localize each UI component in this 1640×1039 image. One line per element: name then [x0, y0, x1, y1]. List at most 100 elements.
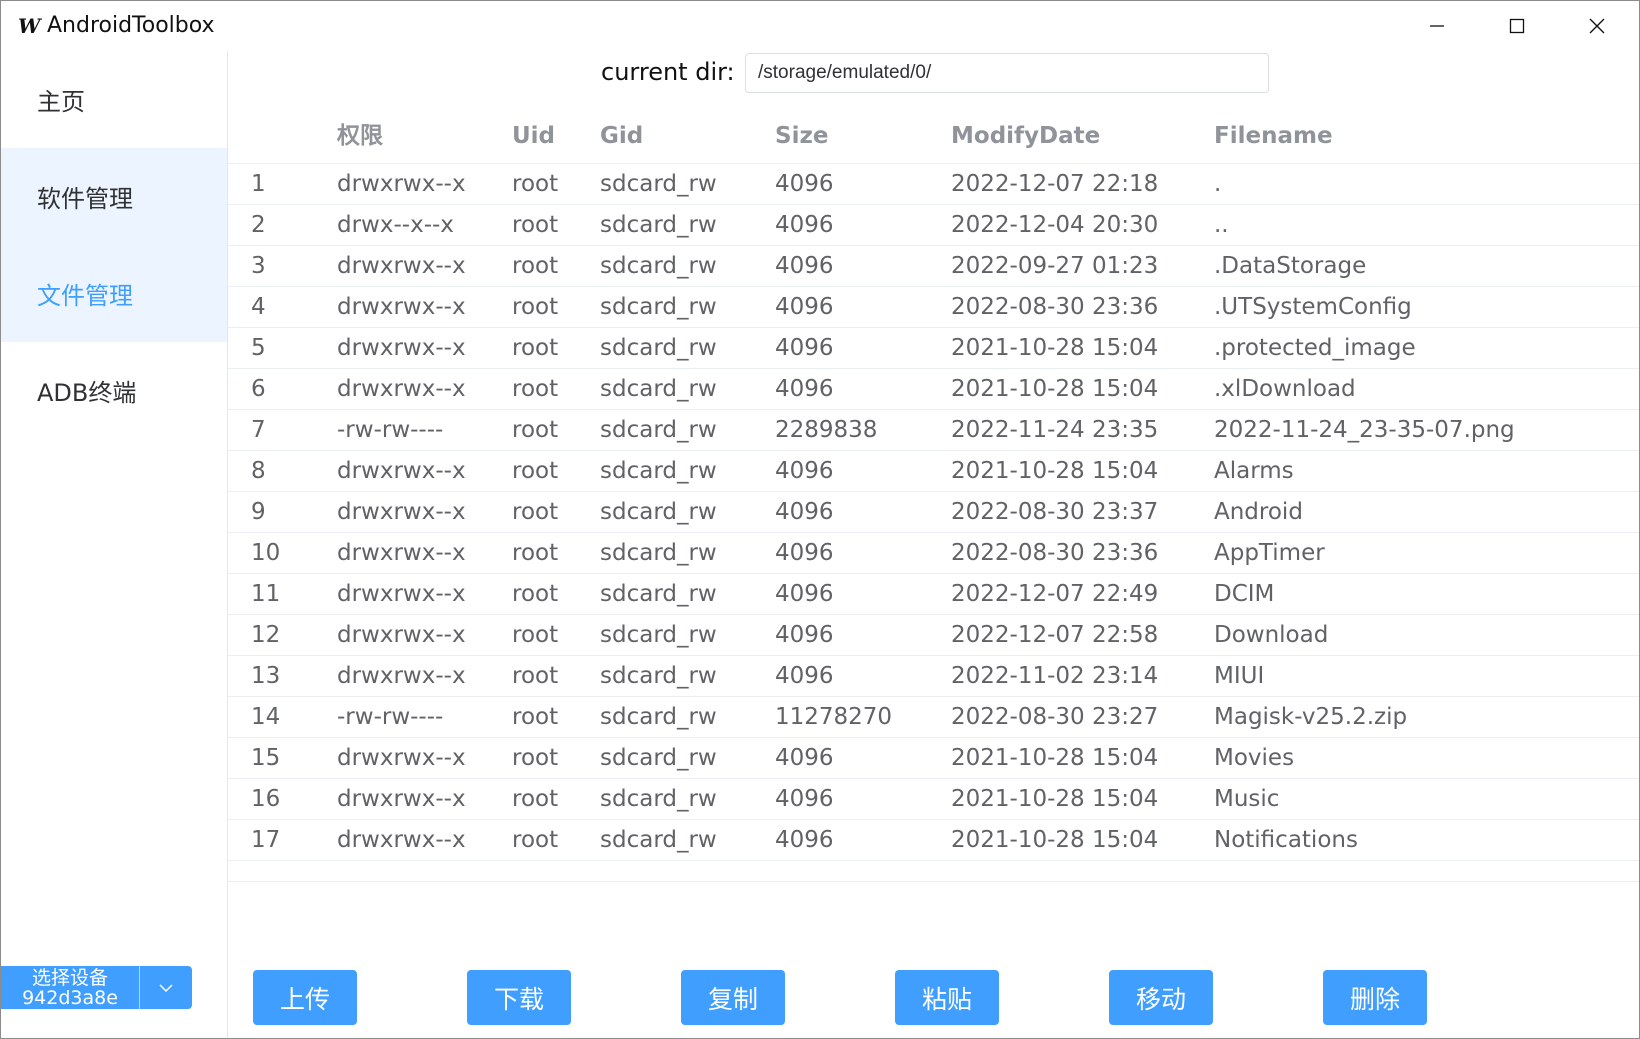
table-row[interactable]: 10 drwxrwx--x root sdcard_rw 4096 2022-08-30 … [228, 533, 1639, 574]
cell-modify-date: 2022-08-30 23:36 [951, 540, 1159, 566]
table-row[interactable]: 5 drwxrwx--x root sdcard_rw 4096 2021-10-28 1… [228, 328, 1639, 369]
device-select-title: 选择设备 [31, 966, 108, 989]
title-bar[interactable]: W AndroidToolbox [1, 1, 1639, 51]
cell-index: 12 [251, 622, 281, 648]
cell-modify-date: 2022-09-27 01:23 [951, 253, 1159, 279]
paste-button[interactable]: 粘贴 [895, 970, 999, 1025]
cell-gid: sdcard_rw [600, 745, 717, 771]
cell-uid: root [512, 581, 559, 607]
column-header-uid[interactable]: Uid [512, 109, 555, 163]
cell-size: 4096 [775, 622, 834, 648]
move-button[interactable]: 移动 [1109, 970, 1213, 1025]
cell-index: 4 [251, 294, 266, 320]
cell-gid: sdcard_rw [600, 417, 717, 443]
cell-index: 16 [251, 786, 281, 812]
cell-size: 4096 [775, 786, 834, 812]
cell-gid: sdcard_rw [600, 499, 717, 525]
sidebar-item-file-manager[interactable]: 文件管理 [1, 245, 227, 342]
table-row[interactable]: 2 drwx--x--x root sdcard_rw 4096 2022-12-04 2… [228, 205, 1639, 246]
app-window: W AndroidToolbox 主页 软件管理 文件管理 ADB终端 选择设备… [0, 0, 1640, 1039]
cell-filename: Download [1214, 622, 1329, 648]
cell-index: 6 [251, 376, 266, 402]
cell-filename: Alarms [1214, 458, 1294, 484]
cell-modify-date: 2022-11-02 23:14 [951, 663, 1159, 689]
minimize-button[interactable] [1397, 1, 1477, 51]
cell-index: 5 [251, 335, 266, 361]
cell-modify-date: 2021-10-28 15:04 [951, 827, 1159, 853]
table-row[interactable]: 9 drwxrwx--x root sdcard_rw 4096 2022-08-30 2… [228, 492, 1639, 533]
cell-gid: sdcard_rw [600, 335, 717, 361]
column-header-modify-date[interactable]: ModifyDate [951, 109, 1100, 163]
cell-modify-date: 2022-11-24 23:35 [951, 417, 1159, 443]
cell-gid: sdcard_rw [600, 827, 717, 853]
cell-size: 11278270 [775, 704, 893, 730]
cell-filename: . [1214, 171, 1222, 197]
cell-uid: root [512, 212, 559, 238]
cell-uid: root [512, 786, 559, 812]
sidebar-item-app-manager[interactable]: 软件管理 [1, 148, 227, 245]
cell-uid: root [512, 171, 559, 197]
upload-button[interactable]: 上传 [253, 970, 357, 1025]
table-row[interactable]: 11 drwxrwx--x root sdcard_rw 4096 2022-12-07 … [228, 574, 1639, 615]
cell-gid: sdcard_rw [600, 458, 717, 484]
cell-uid: root [512, 458, 559, 484]
table-row[interactable]: 13 drwxrwx--x root sdcard_rw 4096 2022-11-02 … [228, 656, 1639, 697]
cell-gid: sdcard_rw [600, 663, 717, 689]
minimize-icon [1430, 25, 1444, 27]
column-header-gid[interactable]: Gid [600, 109, 643, 163]
cell-index: 3 [251, 253, 266, 279]
cell-uid: root [512, 417, 559, 443]
table-row[interactable]: 12 drwxrwx--x root sdcard_rw 4096 2022-12-07 … [228, 615, 1639, 656]
table-row[interactable]: 17 drwxrwx--x root sdcard_rw 4096 2021-10-28 … [228, 820, 1639, 861]
sidebar-item-label: 主页 [37, 88, 85, 116]
table-row[interactable]: 3 drwxrwx--x root sdcard_rw 4096 2022-09-27 0… [228, 246, 1639, 287]
file-manager-panel: current dir: 权限 Uid Gid Size ModifyDate … [228, 51, 1639, 1038]
table-row[interactable]: 16 drwxrwx--x root sdcard_rw 4096 2021-10-28 … [228, 779, 1639, 820]
current-dir-input[interactable] [745, 53, 1269, 93]
cell-filename: MIUI [1214, 663, 1265, 689]
delete-button[interactable]: 删除 [1323, 970, 1427, 1025]
cell-size: 4096 [775, 499, 834, 525]
device-select-button[interactable]: 选择设备 942d3a8e [1, 966, 192, 1009]
table-row[interactable]: 1 drwxrwx--x root sdcard_rw 4096 2022-12-07 2… [228, 164, 1639, 205]
cell-permission: drwxrwx--x [337, 294, 466, 320]
table-row[interactable]: 15 drwxrwx--x root sdcard_rw 4096 2021-10-28 … [228, 738, 1639, 779]
maximize-button[interactable] [1477, 1, 1557, 51]
cell-gid: sdcard_rw [600, 171, 717, 197]
cell-gid: sdcard_rw [600, 376, 717, 402]
column-header-filename[interactable]: Filename [1214, 109, 1333, 163]
cell-size: 4096 [775, 212, 834, 238]
close-button[interactable] [1557, 1, 1637, 51]
cell-permission: drwxrwx--x [337, 663, 466, 689]
cell-size: 4096 [775, 335, 834, 361]
sidebar-item-adb-terminal[interactable]: ADB终端 [1, 342, 227, 439]
cell-uid: root [512, 827, 559, 853]
table-row[interactable]: 7 -rw-rw---- root sdcard_rw 2289838 2022-11-2… [228, 410, 1639, 451]
cell-index: 8 [251, 458, 266, 484]
cell-filename: Music [1214, 786, 1280, 812]
sidebar-item-home[interactable]: 主页 [1, 51, 227, 148]
table-row[interactable]: 6 drwxrwx--x root sdcard_rw 4096 2021-10-28 1… [228, 369, 1639, 410]
cell-permission: drwxrwx--x [337, 253, 466, 279]
download-button[interactable]: 下载 [467, 970, 571, 1025]
cell-size: 4096 [775, 376, 834, 402]
copy-button[interactable]: 复制 [681, 970, 785, 1025]
column-header-size[interactable]: Size [775, 109, 828, 163]
cell-size: 4096 [775, 171, 834, 197]
cell-index: 11 [251, 581, 281, 607]
table-row[interactable]: 8 drwxrwx--x root sdcard_rw 4096 2021-10-28 1… [228, 451, 1639, 492]
column-header-permission[interactable]: 权限 [337, 109, 383, 163]
device-dropdown-toggle[interactable] [139, 966, 192, 1009]
cell-gid: sdcard_rw [600, 622, 717, 648]
cell-gid: sdcard_rw [600, 786, 717, 812]
table-row[interactable]: 14 -rw-rw---- root sdcard_rw 11278270 2022-08… [228, 697, 1639, 738]
cell-size: 2289838 [775, 417, 878, 443]
cell-modify-date: 2022-12-07 22:18 [951, 171, 1159, 197]
cell-modify-date: 2021-10-28 15:04 [951, 376, 1159, 402]
table-row[interactable]: 4 drwxrwx--x root sdcard_rw 4096 2022-08-30 2… [228, 287, 1639, 328]
cell-size: 4096 [775, 745, 834, 771]
cell-index: 2 [251, 212, 266, 238]
device-select-label: 选择设备 942d3a8e [1, 966, 139, 1009]
maximize-icon [1509, 18, 1525, 34]
cell-permission: drwxrwx--x [337, 786, 466, 812]
